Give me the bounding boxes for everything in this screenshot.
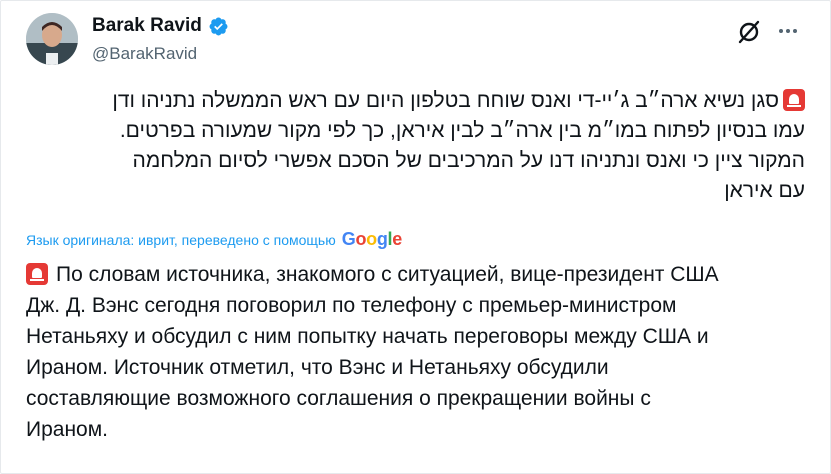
hebrew-line-text: סגן נשיא ארה״ב ג׳יי-די ואנס שוחח בטלפון …: [112, 89, 779, 112]
google-logo: Google: [341, 229, 403, 249]
tweet-text-hebrew: סגן נשיא ארה״ב ג׳יי-די ואנס שוחח בטלפון …: [25, 86, 805, 206]
hebrew-line: עמו בנסיון לפתוח במו״מ בין ארה״ב לבין אי…: [119, 119, 805, 142]
siren-emoji-icon: [26, 263, 48, 285]
hebrew-line: עם איראן: [724, 179, 805, 202]
russian-line: составляющие возможного соглашения о пре…: [26, 387, 651, 410]
russian-line: Дж. Д. Вэнс сегодня поговорил по телефон…: [26, 294, 677, 317]
grok-icon[interactable]: [736, 19, 762, 45]
author-name[interactable]: Barak Ravid: [92, 15, 202, 37]
hebrew-line: סגן נשיא ארה״ב ג׳יי-די ואנס שוחח בטלפון …: [25, 86, 805, 116]
translation-note[interactable]: Язык оригинала: иврит, переведено с помо…: [26, 229, 402, 250]
author-handle[interactable]: @BarakRavid: [92, 44, 197, 64]
hebrew-line: המקור ציין כי ואנס ונתניהו דנו על המרכיב…: [132, 149, 805, 172]
more-options-icon[interactable]: [775, 21, 801, 41]
russian-line: По словам источника, знакомого с ситуаци…: [26, 259, 816, 290]
siren-emoji-icon: [783, 89, 805, 111]
translation-note-text[interactable]: Язык оригинала: иврит, переведено с помо…: [26, 232, 336, 248]
russian-line-text: По словам источника, знакомого с ситуаци…: [56, 263, 719, 286]
author-name-row[interactable]: Barak Ravid: [92, 15, 229, 37]
russian-line: Ираном.: [26, 418, 109, 441]
avatar-photo: [26, 13, 78, 65]
verified-badge-icon: [208, 16, 229, 37]
russian-line: Ираном. Источник отметил, что Вэнс и Нет…: [26, 356, 609, 379]
avatar[interactable]: [26, 13, 78, 65]
tweet-text-translated: По словам источника, знакомого с ситуаци…: [26, 259, 816, 445]
russian-line: Нетаньяху и обсудил с ним попытку начать…: [26, 325, 709, 348]
